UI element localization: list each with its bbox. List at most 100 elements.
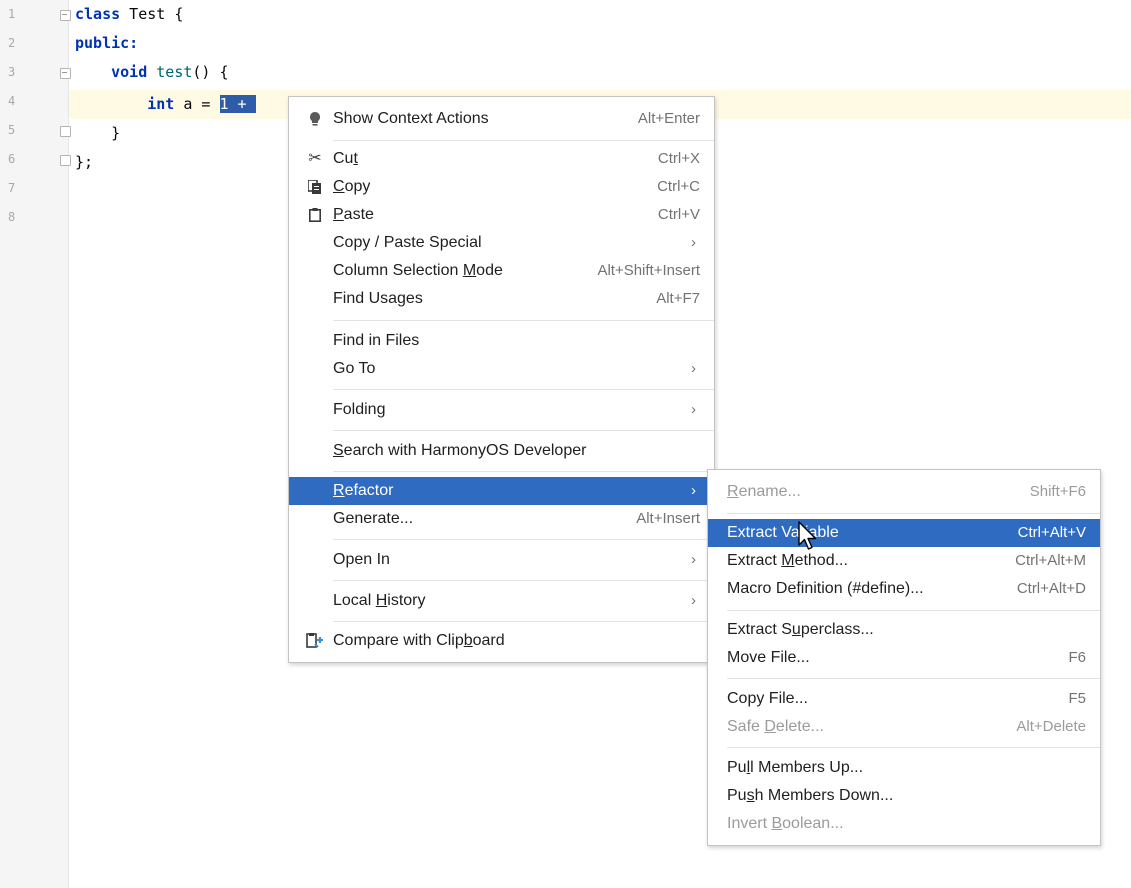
label-part: elete... [775,718,824,735]
menu-separator [333,430,714,431]
menu-item-go-to[interactable]: Go To › [289,355,714,383]
menu-separator [727,678,1100,679]
mnemonic: S [333,442,344,459]
mnemonic: P [333,206,344,223]
menu-item-label: Safe Delete... [727,713,824,741]
code-line-6[interactable]: }; [75,148,93,177]
code-line-4[interactable]: int a = 1 + [75,90,256,119]
menu-separator [333,471,714,472]
label-part: Invert [727,815,772,832]
menu-item-label: Local History [333,587,426,615]
label-part: oard [472,632,505,649]
menu-item-column-selection-mode[interactable]: Column Selection Mode Alt+Shift+Insert [289,257,714,285]
code-line-2[interactable]: public: [75,29,138,58]
menu-item-label: Generate... [333,510,414,527]
mnemonic: D [764,718,776,735]
menu-item-label: Invert Boolean... [727,810,844,838]
menu-separator [333,389,714,390]
menu-item-label: Push Members Down... [727,782,893,810]
menu-item-pull-members-up[interactable]: Pull Members Up... [708,754,1100,782]
chevron-right-icon: › [691,592,696,609]
menu-item-extract-variable[interactable]: Extract Variable Ctrl+Alt+V [708,519,1100,547]
menu-separator [333,320,714,321]
line-number: 3 [8,65,16,79]
code-line-1[interactable]: class Test { [75,0,183,29]
label-part: Extract S [727,621,792,638]
menu-item-find-in-files[interactable]: Find in Files [289,327,714,355]
label-part: Compare with Clip [333,632,464,649]
menu-item-extract-method[interactable]: Extract Method... Ctrl+Alt+M [708,547,1100,575]
menu-item-refactor[interactable]: Refactor › [289,477,714,505]
mnemonic: M [781,552,795,569]
line-number: 1 [8,7,16,21]
menu-item-label: Find in Files [333,332,420,349]
chevron-right-icon: › [691,551,696,568]
code-line-3[interactable]: void test() { [75,58,228,87]
menu-item-shortcut: Alt+Insert [636,510,700,527]
label-part: Cu [333,150,354,167]
fold-end-icon[interactable] [60,126,71,137]
menu-item-rename[interactable]: Rename... Shift+F6 [708,478,1100,506]
menu-separator [727,610,1100,611]
menu-item-label: Extract Method... [727,547,848,575]
scissors-icon: ✂ [308,150,322,167]
label-part: earch with HarmonyOS Developer [343,442,587,459]
menu-item-copy[interactable]: Copy Ctrl+C [289,173,714,201]
fold-toggle-icon[interactable] [60,68,71,79]
menu-item-invert-boolean[interactable]: Invert Boolean... [708,810,1100,838]
menu-item-local-history[interactable]: Local History › [289,587,714,615]
menu-separator [333,140,714,141]
label-part: aste [343,206,374,223]
menu-item-show-context-actions[interactable]: Show Context Actions Alt+Enter [289,105,714,133]
menu-separator [333,580,714,581]
keyword: int [147,95,175,113]
mnemonic: u [791,621,801,638]
menu-item-shortcut: Ctrl+Alt+V [1017,524,1086,541]
menu-item-macro-definition[interactable]: Macro Definition (#define)... Ctrl+Alt+D [708,575,1100,603]
menu-item-copy-file[interactable]: Copy File... F5 [708,685,1100,713]
chevron-right-icon: › [691,482,696,499]
selected-text[interactable]: 1 + [219,95,256,113]
mouse-cursor-icon [798,521,817,550]
label-part: ethod... [794,552,848,569]
label-part: Local [333,592,376,609]
menu-item-shortcut: Ctrl+V [657,206,700,223]
menu-item-generate[interactable]: Generate... Alt+Insert [289,505,714,533]
menu-item-search-harmonyos[interactable]: Search with HarmonyOS Developer [289,437,714,465]
menu-item-shortcut: F6 [1068,649,1086,666]
fold-toggle-icon[interactable] [60,10,71,21]
fold-end-icon[interactable] [60,155,71,166]
menu-item-find-usages[interactable]: Find Usages Alt+F7 [289,285,714,313]
menu-item-safe-delete[interactable]: Safe Delete... Alt+Delete [708,713,1100,741]
menu-item-label: Move File... [727,649,810,666]
menu-item-label: Compare with Clipboard [333,627,505,655]
menu-item-push-members-down[interactable]: Push Members Down... [708,782,1100,810]
label-part: Extract [727,552,782,569]
menu-item-folding[interactable]: Folding › [289,396,714,424]
menu-item-label: Copy / Paste Special [333,234,482,251]
menu-item-label: Refactor [333,477,393,505]
line-number: 2 [8,36,16,50]
menu-item-compare-with-clipboard[interactable]: Compare with Clipboard [289,627,714,655]
code-line-5[interactable]: } [75,119,120,148]
menu-item-extract-superclass[interactable]: Extract Superclass... [708,616,1100,644]
label-part: istory [387,592,426,609]
code-text: }; [75,153,94,171]
label-part: Pu [727,759,747,776]
menu-item-copy-paste-special[interactable]: Copy / Paste Special › [289,229,714,257]
menu-item-label: Extract Variable [727,524,839,541]
keyword: public: [75,34,139,52]
menu-item-label: Pull Members Up... [727,754,863,782]
menu-item-move-file[interactable]: Move File... F6 [708,644,1100,672]
label-part: opy [344,178,371,195]
function-name: test [156,63,193,81]
menu-item-paste[interactable]: Paste Ctrl+V [289,201,714,229]
menu-item-cut[interactable]: ✂ Cut Ctrl+X [289,145,714,173]
clipboard-icon [305,201,325,232]
menu-separator [333,621,714,622]
menu-item-shortcut: Ctrl+Alt+M [1015,552,1086,569]
menu-item-open-in[interactable]: Open In › [289,546,714,574]
editor-context-menu: Show Context Actions Alt+Enter ✂ Cut Ctr… [288,96,715,663]
compare-icon [305,627,325,659]
label-part: ename... [738,483,801,500]
